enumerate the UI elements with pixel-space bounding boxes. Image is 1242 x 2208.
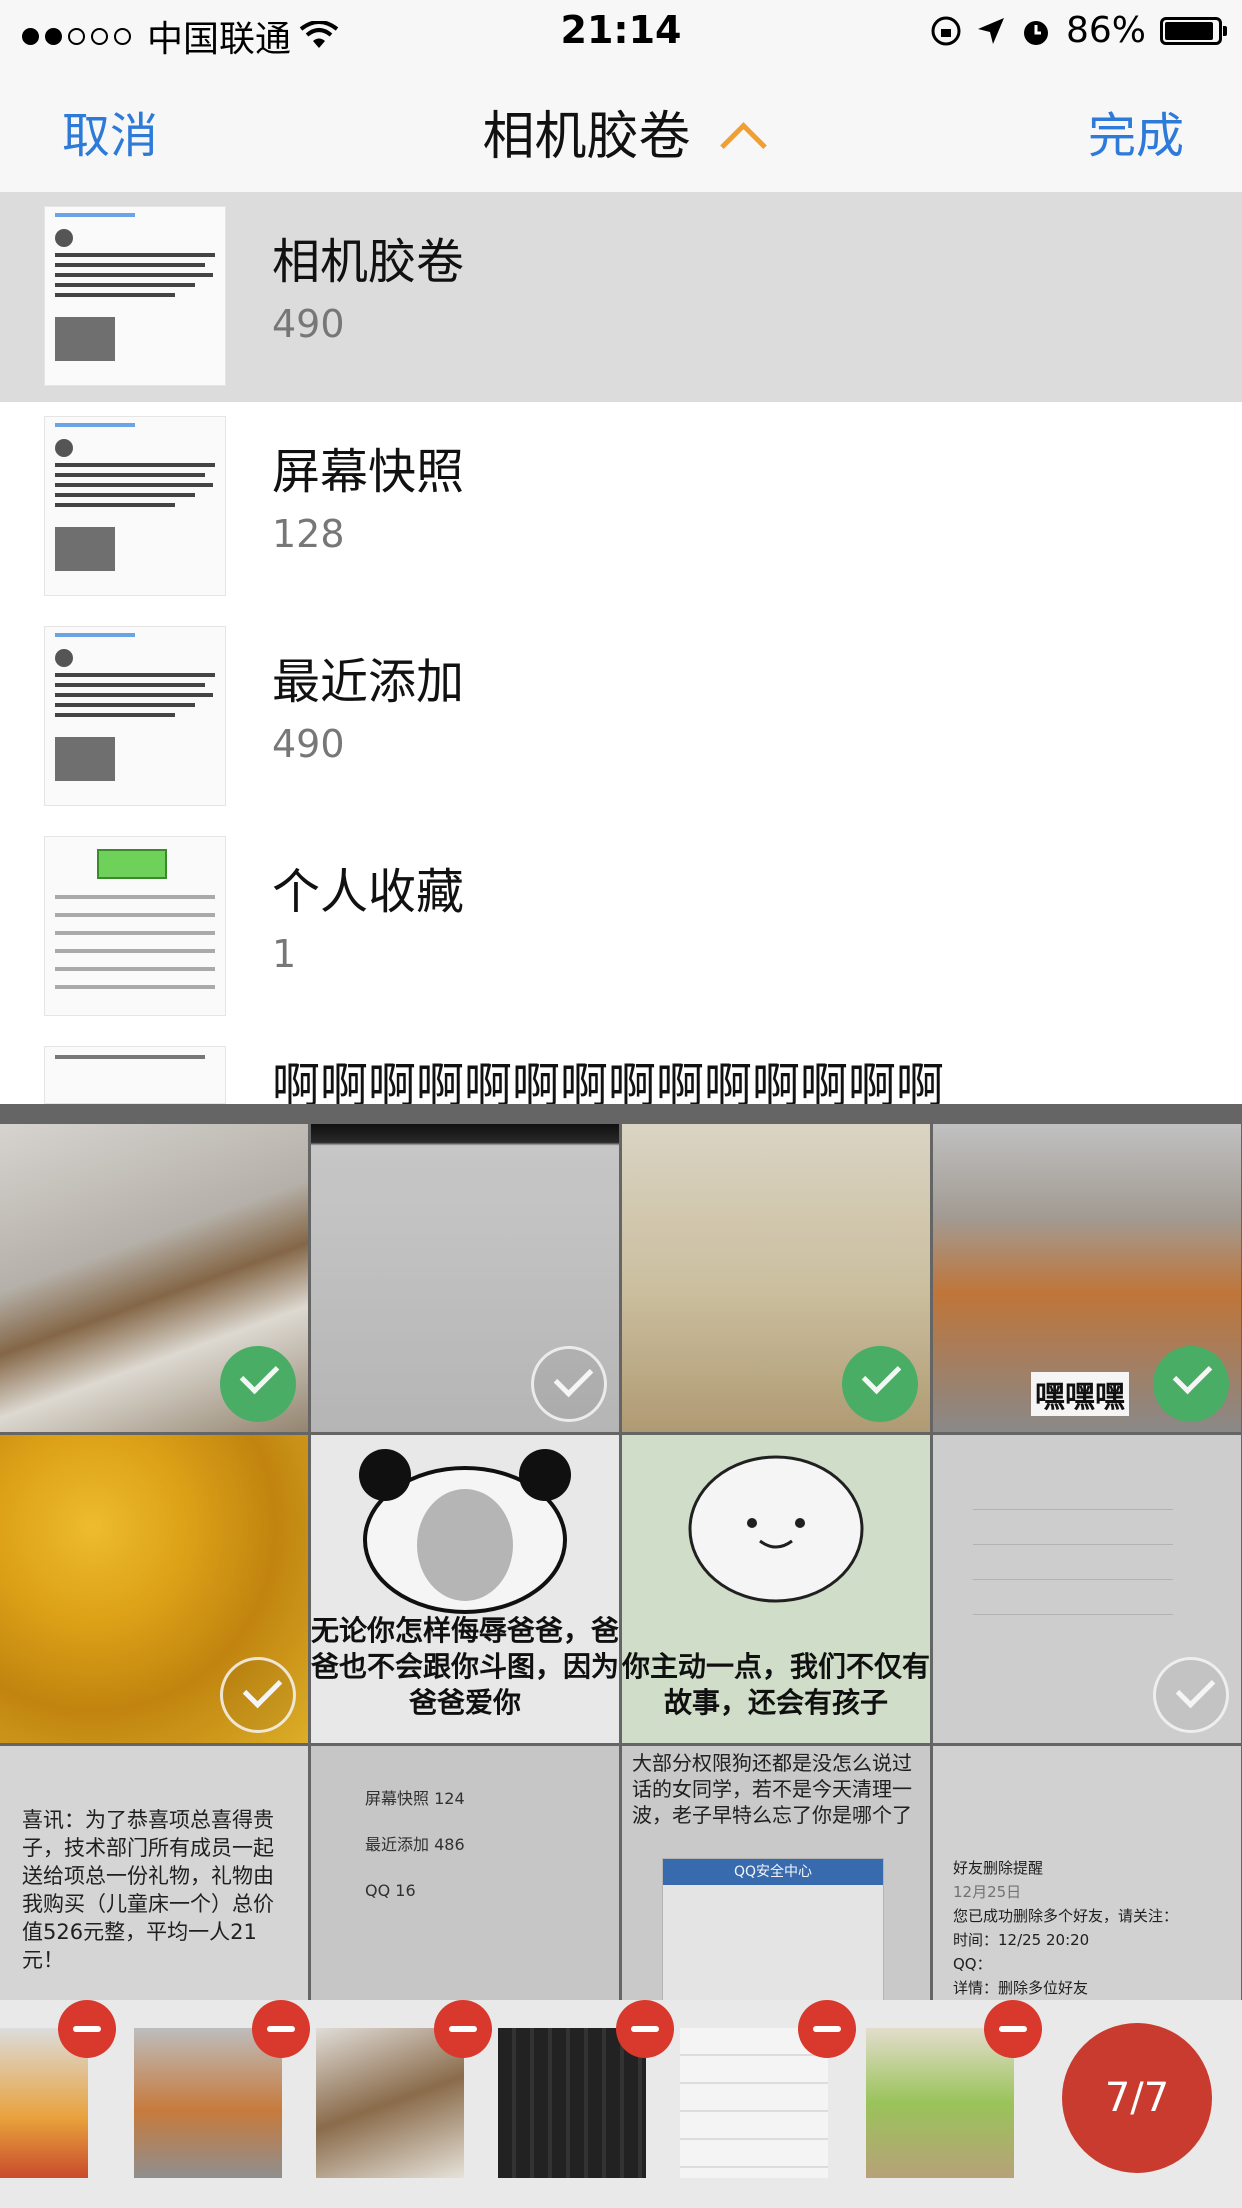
meme-caption: 无论你怎样侮辱爸爸，爸爸也不会跟你斗图，因为爸爸爱你 [311, 1614, 619, 1719]
album-picker-title[interactable]: 相机胶卷 [0, 94, 1242, 169]
embedded-screenshot: QQ安全中心 [662, 1858, 884, 2000]
blob-face-icon [688, 1455, 864, 1603]
chevron-up-icon [719, 122, 767, 169]
album-row-camera-roll[interactable]: 相机胶卷 490 [0, 192, 1242, 402]
selected-thumb[interactable] [316, 2000, 492, 2178]
photo-cell[interactable] [0, 1124, 308, 1432]
selected-thumb[interactable] [680, 2000, 856, 2178]
remove-icon[interactable] [984, 2000, 1042, 2058]
status-right: 86% [930, 10, 1227, 51]
meme-caption: 嘿嘿嘿 [1031, 1372, 1129, 1416]
screenshot-list-item: 屏幕快照 124 [365, 1789, 465, 1808]
selected-thumb[interactable] [866, 2000, 1042, 2178]
album-name: 个人收藏 [272, 864, 465, 920]
photo-cell[interactable]: 大部分权限狗还都是没怎么说过话的女同学，若不是今天清理一波，老子早特么忘了你是哪… [622, 1746, 930, 2000]
nav-title-label: 相机胶卷 [482, 107, 691, 167]
photo-grid: 嘿嘿嘿 无论你怎样侮辱爸爸，爸爸也不会跟你斗图，因为爸爸爱你 你主动一点，我们不… [0, 1104, 1242, 2000]
album-thumbnail [44, 416, 226, 596]
photo-cell[interactable]: 好友删除提醒 12月25日 您已成功删除多个好友，请关注： 时间：12/25 2… [933, 1746, 1241, 2000]
panda-face-icon [359, 1449, 571, 1614]
album-thumbnail [44, 1046, 226, 1104]
selected-thumb[interactable] [134, 2000, 310, 2178]
album-count: 490 [272, 302, 345, 346]
album-row-favorites[interactable]: 个人收藏 1 [0, 822, 1242, 1032]
alarm-icon [1023, 20, 1048, 45]
photo-cell[interactable] [311, 1124, 619, 1432]
friend-alert-body: 您已成功删除多个好友，请关注： [953, 1907, 1179, 1925]
album-count: 490 [272, 722, 345, 766]
friend-alert-date: 12月25日 [953, 1883, 1022, 1901]
nav-bar: 取消 相机胶卷 完成 [0, 64, 1242, 193]
album-row-recently-added[interactable]: 最近添加 490 [0, 612, 1242, 822]
photo-cell[interactable] [0, 1435, 308, 1743]
album-name: 最近添加 [272, 654, 465, 710]
album-name: 相机胶卷 [272, 234, 465, 290]
rotation-lock-icon [931, 16, 961, 45]
album-row-custom[interactable]: 啊啊啊啊啊啊啊啊啊啊啊啊啊啊 [0, 1032, 1242, 1104]
friend-alert-detail: 详情：删除多位好友 [953, 1979, 1089, 1997]
news-text: 喜讯：为了恭喜项总喜得贵子，技术部门所有成员一起送给项总一份礼物，礼物由我购买（… [22, 1808, 274, 1972]
screenshot-list-item: QQ 16 [365, 1881, 416, 1900]
friend-alert-title: 好友删除提醒 [953, 1859, 1044, 1877]
checkmark-icon[interactable] [220, 1657, 296, 1733]
remove-icon[interactable] [58, 2000, 116, 2058]
screenshot-list: 屏幕快照 124 最近添加 486 QQ 16 [365, 1776, 465, 1914]
photo-cell[interactable]: 嘿嘿嘿 [933, 1124, 1241, 1432]
screenshot-list-item: 最近添加 486 [365, 1835, 465, 1854]
location-icon [977, 17, 1004, 44]
album-thumbnail [44, 626, 226, 806]
meme-caption: 你主动一点，我们不仅有故事，还会有孩子 [622, 1650, 930, 1719]
album-name: 屏幕快照 [272, 444, 465, 500]
remove-icon[interactable] [252, 2000, 310, 2058]
album-count: 128 [272, 512, 345, 556]
checkmark-icon[interactable] [1153, 1657, 1229, 1733]
selected-tray: 7/7 [0, 2000, 1242, 2208]
selected-thumb[interactable] [498, 2000, 674, 2178]
photo-cell[interactable]: 你主动一点，我们不仅有故事，还会有孩子 [622, 1435, 930, 1743]
checkmark-icon[interactable] [531, 1346, 607, 1422]
selection-counter-button[interactable]: 7/7 [1062, 2023, 1212, 2173]
friend-alert-qq: QQ： [953, 1955, 992, 1973]
album-count: 1 [272, 932, 297, 976]
battery-icon [1160, 16, 1227, 45]
album-screenshot [973, 1475, 1173, 1615]
checkmark-icon[interactable] [842, 1346, 918, 1422]
article-text: 大部分权限狗还都是没怎么说过话的女同学，若不是今天清理一波，老子早特么忘了你是哪… [632, 1751, 912, 1827]
photo-cell[interactable] [933, 1435, 1241, 1743]
photo-cell[interactable]: 屏幕快照 124 最近添加 486 QQ 16 [311, 1746, 619, 2000]
selected-thumb[interactable] [0, 2000, 116, 2178]
done-button[interactable]: 完成 [1088, 96, 1184, 166]
friend-alert-time: 时间：12/25 20:20 [953, 1931, 1090, 1949]
checkmark-icon[interactable] [220, 1346, 296, 1422]
battery-percent: 86% [1065, 10, 1146, 51]
status-bar: 中国联通 21:14 86% [0, 0, 1242, 64]
album-thumbnail [44, 836, 226, 1016]
album-thumbnail [44, 206, 226, 386]
remove-icon[interactable] [616, 2000, 674, 2058]
remove-icon[interactable] [798, 2000, 856, 2058]
embedded-app-title: QQ安全中心 [663, 1859, 883, 1885]
remove-icon[interactable] [434, 2000, 492, 2058]
album-row-screenshots[interactable]: 屏幕快照 128 [0, 402, 1242, 612]
photo-cell[interactable]: 无论你怎样侮辱爸爸，爸爸也不会跟你斗图，因为爸爸爱你 [311, 1435, 619, 1743]
photo-cell[interactable] [622, 1124, 930, 1432]
photo-cell[interactable]: 喜讯：为了恭喜项总喜得贵子，技术部门所有成员一起送给项总一份礼物，礼物由我购买（… [0, 1746, 308, 2000]
checkmark-icon[interactable] [1153, 1346, 1229, 1422]
album-name: 啊啊啊啊啊啊啊啊啊啊啊啊啊啊 [272, 1058, 945, 1104]
album-list: 相机胶卷 490 屏幕快照 128 最近添加 490 个人收藏 1 啊啊啊啊啊啊… [0, 192, 1242, 1104]
